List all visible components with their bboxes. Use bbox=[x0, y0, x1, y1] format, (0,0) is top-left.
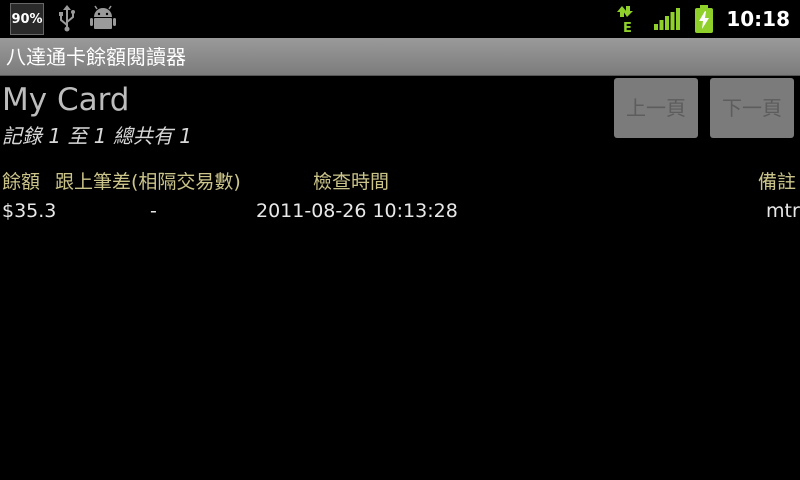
previous-page-button[interactable]: 上一頁 bbox=[614, 78, 698, 138]
status-time: 10:18 bbox=[726, 7, 790, 31]
app-title: 八達通卡餘額閱讀器 bbox=[6, 45, 186, 69]
battery-charging-icon bbox=[694, 5, 714, 37]
network-type-label: E bbox=[623, 21, 632, 34]
header-difference: 跟上筆差(相隔交易數) bbox=[55, 171, 241, 193]
cell-balance: $35.3 bbox=[2, 200, 57, 222]
header-remarks: 備註 bbox=[758, 171, 797, 193]
status-bar: 90% E 10:18 bbox=[0, 0, 800, 38]
next-page-button[interactable]: 下一頁 bbox=[710, 78, 794, 138]
header-balance: 餘額 bbox=[2, 171, 41, 193]
cell-check-time: 2011-08-26 10:13:28 bbox=[256, 200, 458, 222]
cell-remarks: mtr bbox=[766, 200, 800, 222]
card-name: My Card bbox=[2, 82, 130, 118]
usb-icon bbox=[56, 5, 78, 37]
battery-percentage-badge: 90% bbox=[10, 3, 44, 35]
header-check-time: 檢查時間 bbox=[313, 171, 390, 193]
record-summary: 記錄 1 至 1 總共有 1 bbox=[2, 124, 192, 148]
android-debug-icon bbox=[90, 5, 116, 37]
signal-strength-icon bbox=[654, 8, 680, 34]
cell-difference: - bbox=[150, 200, 157, 222]
title-bar: 八達通卡餘額閱讀器 bbox=[0, 38, 800, 76]
data-transfer-icon: E bbox=[616, 6, 638, 38]
